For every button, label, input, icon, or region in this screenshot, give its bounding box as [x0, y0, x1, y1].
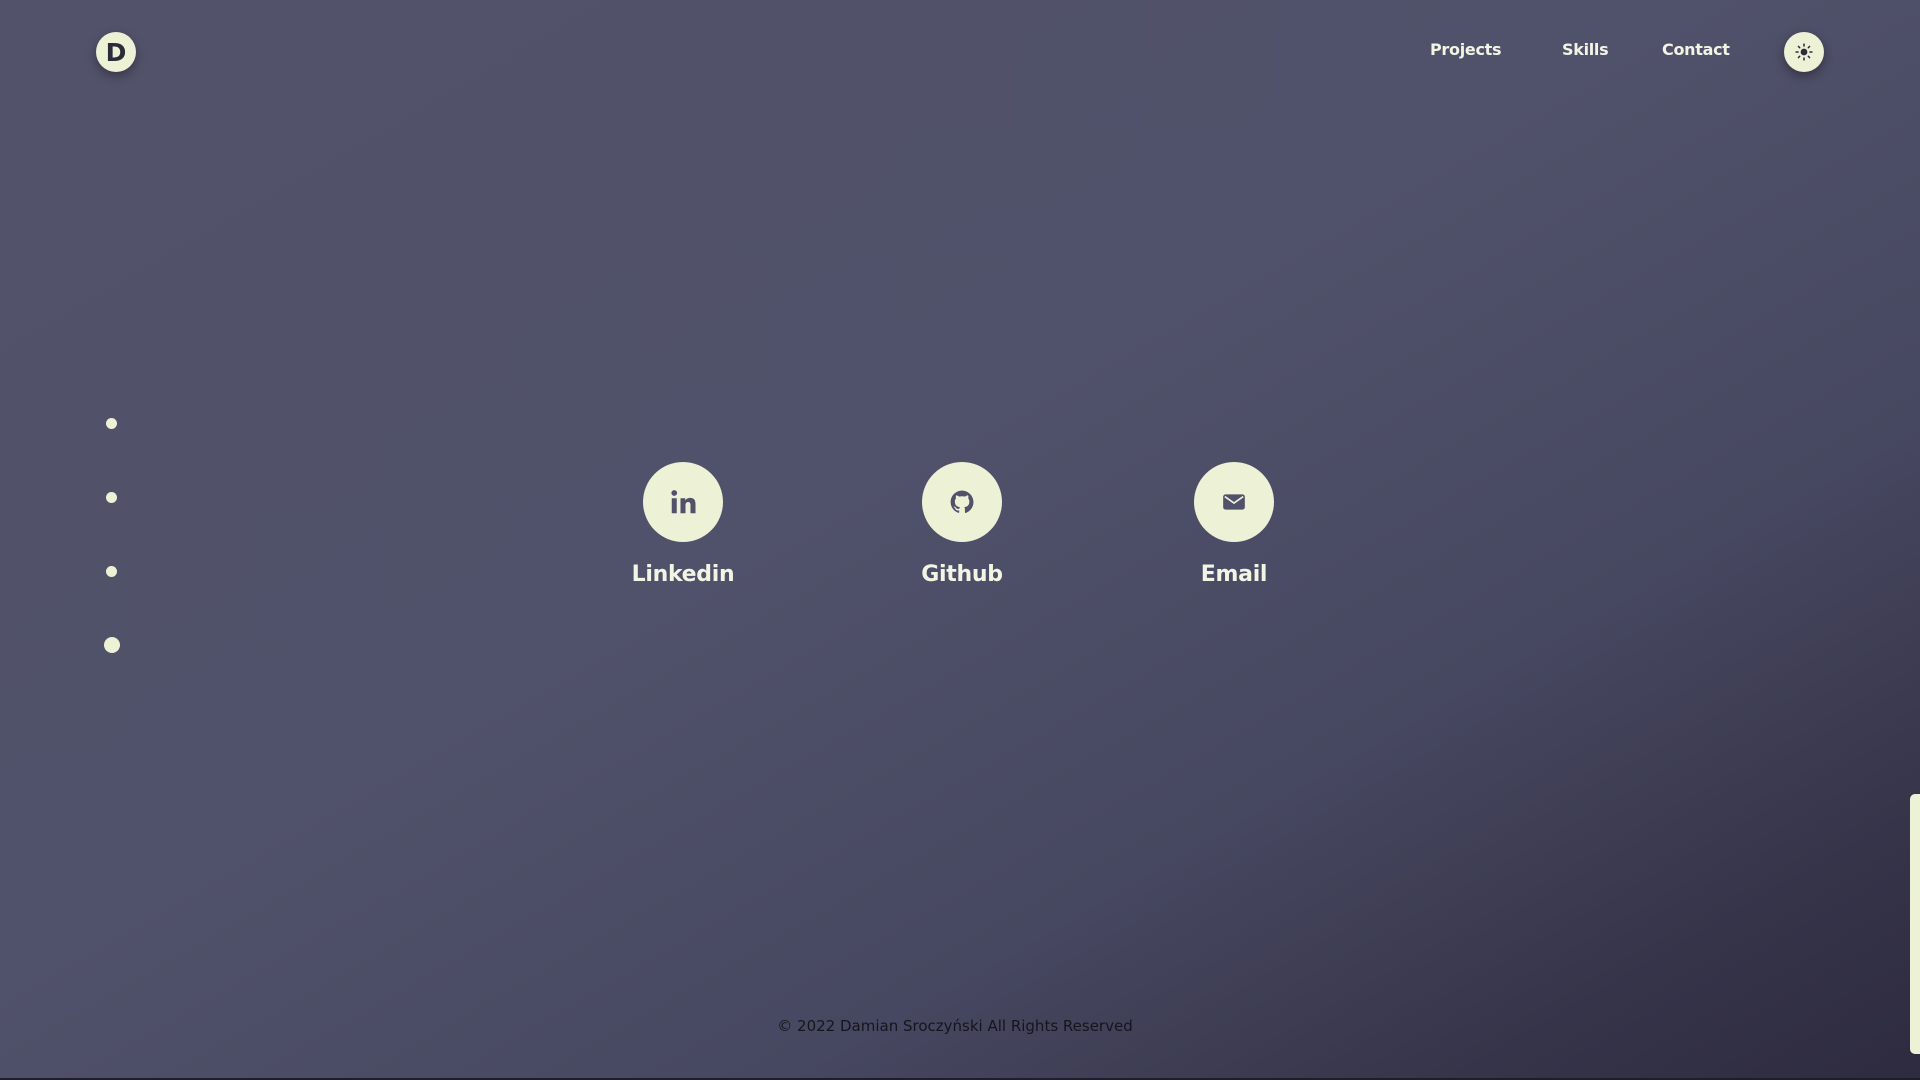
theme-toggle-button[interactable] — [1784, 32, 1824, 72]
github-link[interactable]: Github — [882, 462, 1042, 587]
email-circle — [1194, 462, 1274, 542]
email-label: Email — [1200, 562, 1268, 587]
github-label: Github — [921, 562, 1003, 587]
section-dot-4-active[interactable] — [104, 637, 120, 653]
linkedin-link[interactable]: Linkedin — [603, 462, 763, 587]
logo-letter: D — [105, 37, 127, 67]
nav-skills[interactable]: Skills — [1562, 40, 1609, 59]
logo-button[interactable]: D — [96, 32, 136, 72]
nav-projects[interactable]: Projects — [1430, 40, 1502, 59]
github-icon — [950, 490, 974, 513]
section-dot-2[interactable] — [106, 492, 117, 503]
linkedin-label: Linkedin — [631, 562, 735, 587]
section-dot-1[interactable] — [106, 418, 117, 429]
footer-copyright: © 2022 Damian Sroczyński All Rights Rese… — [777, 1017, 1133, 1035]
page-scrollbar-thumb[interactable] — [1910, 794, 1920, 1054]
linkedin-icon — [671, 490, 696, 514]
section-dot-3[interactable] — [106, 566, 117, 577]
nav-contact[interactable]: Contact — [1662, 40, 1730, 59]
github-circle — [922, 462, 1002, 542]
linkedin-circle — [643, 462, 723, 542]
mail-icon — [1223, 494, 1245, 510]
sun-icon — [1795, 43, 1813, 61]
email-link[interactable]: Email — [1154, 462, 1314, 587]
